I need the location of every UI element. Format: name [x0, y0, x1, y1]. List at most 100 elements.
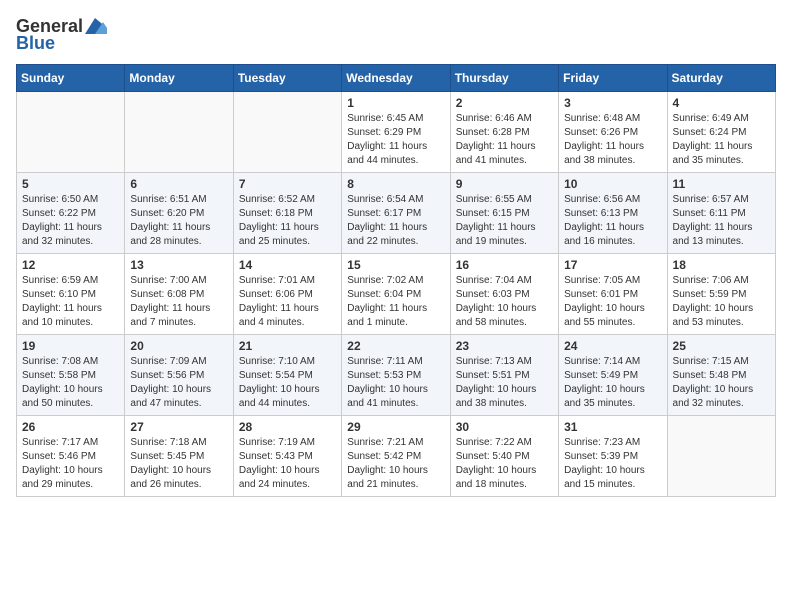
day-header-sunday: Sunday	[17, 65, 125, 92]
day-number: 16	[456, 258, 553, 272]
day-info: Sunrise: 7:22 AM Sunset: 5:40 PM Dayligh…	[456, 436, 553, 492]
calendar-cell: 17 Sunrise: 7:05 AM Sunset: 6:01 PM Dayli…	[559, 254, 667, 335]
day-info: Sunrise: 7:14 AM Sunset: 5:49 PM Dayligh…	[564, 355, 661, 411]
day-info: Sunrise: 6:46 AM Sunset: 6:28 PM Dayligh…	[456, 112, 553, 168]
day-number: 4	[673, 96, 770, 110]
day-info: Sunrise: 7:19 AM Sunset: 5:43 PM Dayligh…	[239, 436, 336, 492]
day-info: Sunrise: 6:49 AM Sunset: 6:24 PM Dayligh…	[673, 112, 770, 168]
day-number: 21	[239, 339, 336, 353]
calendar-cell: 31Sunrise: 7:23 AM Sunset: 5:39 PM Dayli…	[559, 416, 667, 497]
calendar-cell: 14 Sunrise: 7:01 AM Sunset: 6:06 PM Dayli…	[233, 254, 341, 335]
day-number: 19	[22, 339, 119, 353]
calendar-cell: 7 Sunrise: 6:52 AM Sunset: 6:18 PM Daylig…	[233, 173, 341, 254]
day-info: Sunrise: 7:05 AM Sunset: 6:01 PM Dayligh…	[564, 274, 661, 330]
day-header-friday: Friday	[559, 65, 667, 92]
calendar-cell: 26Sunrise: 7:17 AM Sunset: 5:46 PM Dayli…	[17, 416, 125, 497]
day-number: 27	[130, 420, 227, 434]
calendar-cell: 4 Sunrise: 6:49 AM Sunset: 6:24 PM Daylig…	[667, 92, 775, 173]
week-row-2: 5Sunrise: 6:50 AM Sunset: 6:22 PM Daylig…	[17, 173, 776, 254]
day-info: Sunrise: 7:06 AM Sunset: 5:59 PM Dayligh…	[673, 274, 770, 330]
week-row-4: 19 Sunrise: 7:08 AM Sunset: 5:58 PM Dayli…	[17, 335, 776, 416]
calendar-cell: 25Sunrise: 7:15 AM Sunset: 5:48 PM Dayli…	[667, 335, 775, 416]
day-info: Sunrise: 7:13 AM Sunset: 5:51 PM Dayligh…	[456, 355, 553, 411]
day-number: 13	[130, 258, 227, 272]
day-info: Sunrise: 6:55 AM Sunset: 6:15 PM Dayligh…	[456, 193, 553, 249]
day-info: Sunrise: 7:08 AM Sunset: 5:58 PM Dayligh…	[22, 355, 119, 411]
calendar-cell: 6 Sunrise: 6:51 AM Sunset: 6:20 PM Daylig…	[125, 173, 233, 254]
week-row-3: 12 Sunrise: 6:59 AM Sunset: 6:10 PM Dayli…	[17, 254, 776, 335]
calendar-cell: 16 Sunrise: 7:04 AM Sunset: 6:03 PM Dayli…	[450, 254, 558, 335]
calendar-cell: 19 Sunrise: 7:08 AM Sunset: 5:58 PM Dayli…	[17, 335, 125, 416]
day-info: Sunrise: 7:18 AM Sunset: 5:45 PM Dayligh…	[130, 436, 227, 492]
calendar-cell: 8 Sunrise: 6:54 AM Sunset: 6:17 PM Daylig…	[342, 173, 450, 254]
calendar-cell: 29 Sunrise: 7:21 AM Sunset: 5:42 PM Dayli…	[342, 416, 450, 497]
day-info: Sunrise: 6:54 AM Sunset: 6:17 PM Dayligh…	[347, 193, 444, 249]
day-info: Sunrise: 7:04 AM Sunset: 6:03 PM Dayligh…	[456, 274, 553, 330]
day-number: 28	[239, 420, 336, 434]
day-number: 7	[239, 177, 336, 191]
calendar-cell: 18 Sunrise: 7:06 AM Sunset: 5:59 PM Dayli…	[667, 254, 775, 335]
day-info: Sunrise: 7:23 AM Sunset: 5:39 PM Dayligh…	[564, 436, 661, 492]
day-header-wednesday: Wednesday	[342, 65, 450, 92]
day-number: 6	[130, 177, 227, 191]
calendar-table: SundayMondayTuesdayWednesdayThursdayFrid…	[16, 64, 776, 497]
day-headers-row: SundayMondayTuesdayWednesdayThursdayFrid…	[17, 65, 776, 92]
calendar-cell: 11 Sunrise: 6:57 AM Sunset: 6:11 PM Dayli…	[667, 173, 775, 254]
day-number: 8	[347, 177, 444, 191]
day-number: 18	[673, 258, 770, 272]
day-info: Sunrise: 7:00 AM Sunset: 6:08 PM Dayligh…	[130, 274, 227, 330]
calendar-cell: 3 Sunrise: 6:48 AM Sunset: 6:26 PM Daylig…	[559, 92, 667, 173]
day-number: 14	[239, 258, 336, 272]
day-info: Sunrise: 7:21 AM Sunset: 5:42 PM Dayligh…	[347, 436, 444, 492]
day-number: 12	[22, 258, 119, 272]
day-number: 29	[347, 420, 444, 434]
calendar-cell: 9 Sunrise: 6:55 AM Sunset: 6:15 PM Daylig…	[450, 173, 558, 254]
calendar-cell: 15 Sunrise: 7:02 AM Sunset: 6:04 PM Dayli…	[342, 254, 450, 335]
calendar-cell: 21Sunrise: 7:10 AM Sunset: 5:54 PM Dayli…	[233, 335, 341, 416]
week-row-5: 26Sunrise: 7:17 AM Sunset: 5:46 PM Dayli…	[17, 416, 776, 497]
day-number: 9	[456, 177, 553, 191]
page-header: General Blue	[16, 16, 776, 54]
day-info: Sunrise: 6:51 AM Sunset: 6:20 PM Dayligh…	[130, 193, 227, 249]
calendar-cell	[17, 92, 125, 173]
calendar-cell: 27 Sunrise: 7:18 AM Sunset: 5:45 PM Dayli…	[125, 416, 233, 497]
day-info: Sunrise: 7:02 AM Sunset: 6:04 PM Dayligh…	[347, 274, 444, 330]
day-number: 11	[673, 177, 770, 191]
logo-blue-text: Blue	[16, 33, 55, 54]
day-info: Sunrise: 6:52 AM Sunset: 6:18 PM Dayligh…	[239, 193, 336, 249]
calendar-cell: 20Sunrise: 7:09 AM Sunset: 5:56 PM Dayli…	[125, 335, 233, 416]
day-number: 17	[564, 258, 661, 272]
day-number: 23	[456, 339, 553, 353]
day-info: Sunrise: 7:01 AM Sunset: 6:06 PM Dayligh…	[239, 274, 336, 330]
calendar-cell: 28 Sunrise: 7:19 AM Sunset: 5:43 PM Dayli…	[233, 416, 341, 497]
day-info: Sunrise: 7:17 AM Sunset: 5:46 PM Dayligh…	[22, 436, 119, 492]
calendar-cell: 2 Sunrise: 6:46 AM Sunset: 6:28 PM Daylig…	[450, 92, 558, 173]
calendar-cell: 13 Sunrise: 7:00 AM Sunset: 6:08 PM Dayli…	[125, 254, 233, 335]
day-info: Sunrise: 6:59 AM Sunset: 6:10 PM Dayligh…	[22, 274, 119, 330]
logo-icon	[85, 18, 107, 34]
calendar-cell	[233, 92, 341, 173]
day-info: Sunrise: 6:45 AM Sunset: 6:29 PM Dayligh…	[347, 112, 444, 168]
day-number: 30	[456, 420, 553, 434]
day-number: 10	[564, 177, 661, 191]
day-number: 15	[347, 258, 444, 272]
day-header-monday: Monday	[125, 65, 233, 92]
day-number: 1	[347, 96, 444, 110]
day-info: Sunrise: 6:57 AM Sunset: 6:11 PM Dayligh…	[673, 193, 770, 249]
calendar-cell: 24Sunrise: 7:14 AM Sunset: 5:49 PM Dayli…	[559, 335, 667, 416]
day-info: Sunrise: 6:48 AM Sunset: 6:26 PM Dayligh…	[564, 112, 661, 168]
calendar-cell: 22Sunrise: 7:11 AM Sunset: 5:53 PM Dayli…	[342, 335, 450, 416]
week-row-1: 1 Sunrise: 6:45 AM Sunset: 6:29 PM Daylig…	[17, 92, 776, 173]
calendar-cell: 30 Sunrise: 7:22 AM Sunset: 5:40 PM Dayli…	[450, 416, 558, 497]
calendar-cell: 5Sunrise: 6:50 AM Sunset: 6:22 PM Daylig…	[17, 173, 125, 254]
day-number: 2	[456, 96, 553, 110]
day-info: Sunrise: 6:50 AM Sunset: 6:22 PM Dayligh…	[22, 193, 119, 249]
calendar-cell: 23 Sunrise: 7:13 AM Sunset: 5:51 PM Dayli…	[450, 335, 558, 416]
day-number: 3	[564, 96, 661, 110]
calendar-cell: 10 Sunrise: 6:56 AM Sunset: 6:13 PM Dayli…	[559, 173, 667, 254]
day-header-saturday: Saturday	[667, 65, 775, 92]
day-info: Sunrise: 7:09 AM Sunset: 5:56 PM Dayligh…	[130, 355, 227, 411]
calendar-cell: 12 Sunrise: 6:59 AM Sunset: 6:10 PM Dayli…	[17, 254, 125, 335]
day-number: 25	[673, 339, 770, 353]
day-info: Sunrise: 6:56 AM Sunset: 6:13 PM Dayligh…	[564, 193, 661, 249]
